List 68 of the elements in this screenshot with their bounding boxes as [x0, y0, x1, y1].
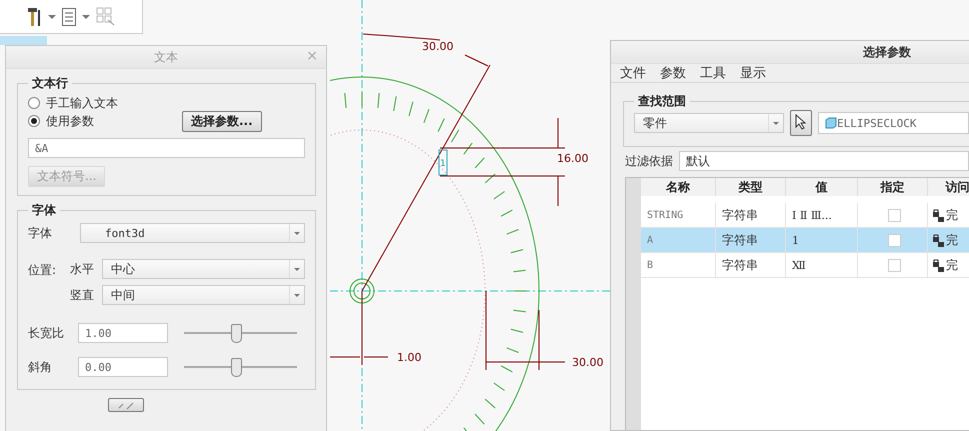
checkbox[interactable] [888, 208, 901, 222]
dropdown-caret-icon[interactable] [82, 14, 90, 20]
filter-label: 过滤依据 [625, 152, 673, 170]
group-title: 文本行 [31, 75, 69, 92]
checkbox[interactable] [888, 234, 901, 246]
field-label: 位置: [28, 262, 58, 279]
checkbox[interactable] [888, 258, 901, 272]
table-cell: 字符串 [716, 228, 786, 253]
group-title: 查找范围 [637, 93, 687, 110]
lock-icon [932, 233, 946, 247]
slider-value-field[interactable]: 0.00 [78, 357, 168, 377]
table-cell: 字符串 [716, 203, 786, 228]
slider-label: 斜角 [28, 358, 53, 376]
font-dropdown[interactable]: font3d [80, 223, 305, 243]
column-header[interactable]: 名称 [641, 178, 716, 196]
vertical-dropdown[interactable]: 中间 [102, 285, 305, 305]
ok-button[interactable] [108, 398, 144, 412]
slider-thumb[interactable] [230, 324, 242, 343]
sketch-text: 1 [440, 159, 446, 169]
tree-selection-bar [0, 36, 47, 45]
cursor-icon [795, 114, 807, 130]
model-field[interactable]: ELLIPSECLOCK [818, 112, 969, 134]
group-title: 字体 [31, 202, 57, 219]
column-header[interactable]: 值 [786, 178, 858, 196]
field-label: 字体 [28, 224, 53, 242]
pick-button[interactable] [790, 110, 812, 136]
radio-label: 手工输入文本 [46, 94, 119, 112]
field-label: 水平 [70, 260, 95, 278]
radio-button[interactable] [28, 97, 40, 109]
dimension-label: 30.00 [572, 356, 604, 369]
menu-item[interactable]: 显示 [740, 64, 766, 82]
table-cell[interactable]: STRING [641, 203, 716, 228]
slider-label: 长宽比 [28, 324, 65, 342]
dimension-label: 30.00 [422, 40, 454, 53]
menu-item[interactable]: 参数 [660, 64, 686, 82]
text-input-field[interactable]: &A [28, 138, 305, 158]
slider-thumb[interactable] [230, 358, 242, 377]
lock-icon [932, 258, 946, 272]
access-text: 完 [946, 206, 958, 224]
dialog-title: 文本 [154, 48, 178, 66]
table-cell: Ⅻ [786, 253, 858, 278]
filter-field[interactable]: 默认 [679, 151, 969, 171]
table-cell: 字符串 [716, 253, 786, 278]
table-cell: Ⅰ Ⅱ Ⅲ... [786, 203, 858, 228]
table-cell[interactable]: B [641, 253, 716, 278]
select-parameter-button[interactable]: 选择参数... [182, 110, 262, 132]
menu-item[interactable]: 工具 [700, 64, 726, 82]
column-header[interactable]: 指定 [858, 178, 928, 196]
dropdown-caret-icon[interactable] [48, 14, 56, 20]
dimension-label: 16.00 [557, 152, 588, 165]
horizontal-dropdown[interactable]: 中心 [102, 259, 305, 279]
access-text: 完 [946, 232, 958, 248]
lock-icon [932, 208, 946, 222]
radio-label: 使用参数 [46, 112, 95, 130]
access-text: 完 [946, 256, 958, 274]
list-icon[interactable] [62, 8, 76, 26]
radio-button[interactable] [28, 115, 40, 127]
scope-dropdown[interactable]: 零件 [634, 113, 784, 133]
slider-value-field[interactable]: 1.00 [78, 323, 168, 343]
table-cell: 1 [786, 228, 858, 253]
field-label: 竖直 [70, 286, 95, 304]
cube-icon [825, 117, 837, 129]
menu-item[interactable]: 文件 [620, 64, 646, 82]
tools-icon[interactable] [28, 6, 42, 28]
dialog-title: 选择参数 [863, 44, 911, 60]
dimension-label: 1.00 [397, 351, 422, 364]
column-header[interactable]: 类型 [716, 178, 786, 196]
column-header[interactable]: 访问 [928, 178, 969, 196]
